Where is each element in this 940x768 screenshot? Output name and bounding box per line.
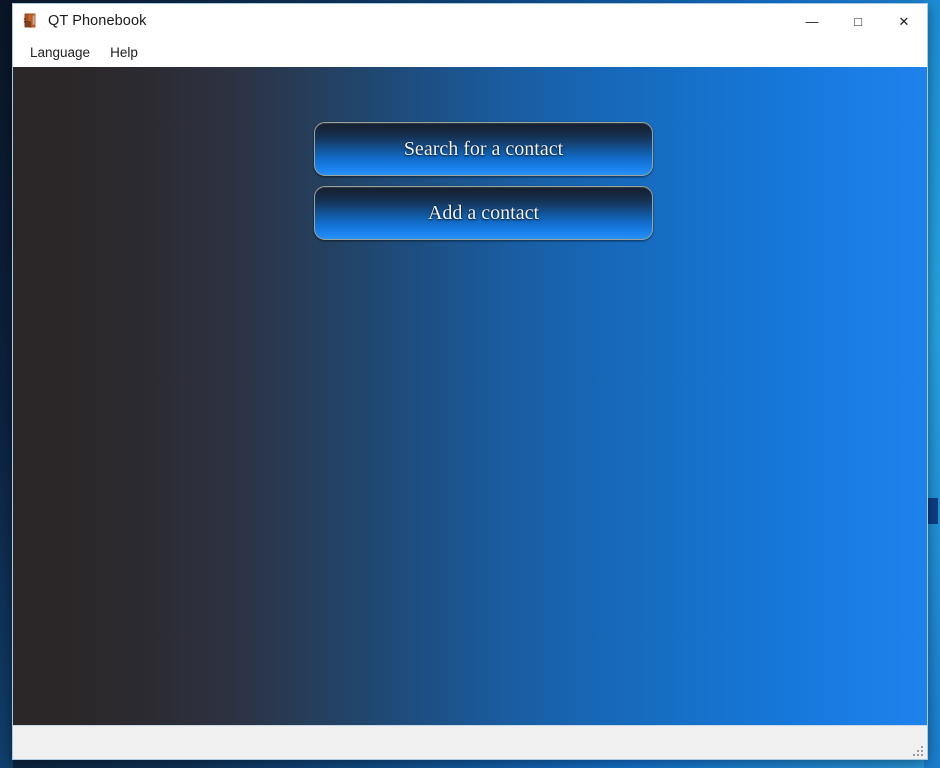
status-bar xyxy=(13,725,927,759)
menu-bar: Language Help xyxy=(13,38,927,67)
search-for-a-contact-button[interactable]: Search for a contact xyxy=(314,122,653,176)
phonebook-app-icon xyxy=(22,12,40,30)
maximize-icon: □ xyxy=(854,13,862,29)
maximize-button[interactable]: □ xyxy=(835,4,881,38)
minimize-button[interactable]: — xyxy=(789,4,835,38)
add-a-contact-label: Add a contact xyxy=(427,201,540,224)
minimize-icon: — xyxy=(805,13,819,29)
close-button[interactable]: ✕ xyxy=(881,4,927,38)
close-icon: ✕ xyxy=(898,13,910,29)
action-button-group: Search for a contact Add a contact xyxy=(314,122,653,240)
title-bar[interactable]: QT Phonebook — □ ✕ xyxy=(13,4,927,38)
main-content-area: Search for a contact Add a contact xyxy=(13,67,927,725)
application-window: QT Phonebook — □ ✕ Language Help Search … xyxy=(12,3,928,760)
window-title: QT Phonebook xyxy=(48,13,147,29)
window-controls: — □ ✕ xyxy=(789,4,927,38)
add-a-contact-button[interactable]: Add a contact xyxy=(314,186,653,240)
search-for-a-contact-label: Search for a contact xyxy=(403,137,564,160)
resize-grip[interactable] xyxy=(909,742,923,756)
menu-item-help[interactable]: Help xyxy=(100,42,148,63)
menu-item-language[interactable]: Language xyxy=(20,42,100,63)
